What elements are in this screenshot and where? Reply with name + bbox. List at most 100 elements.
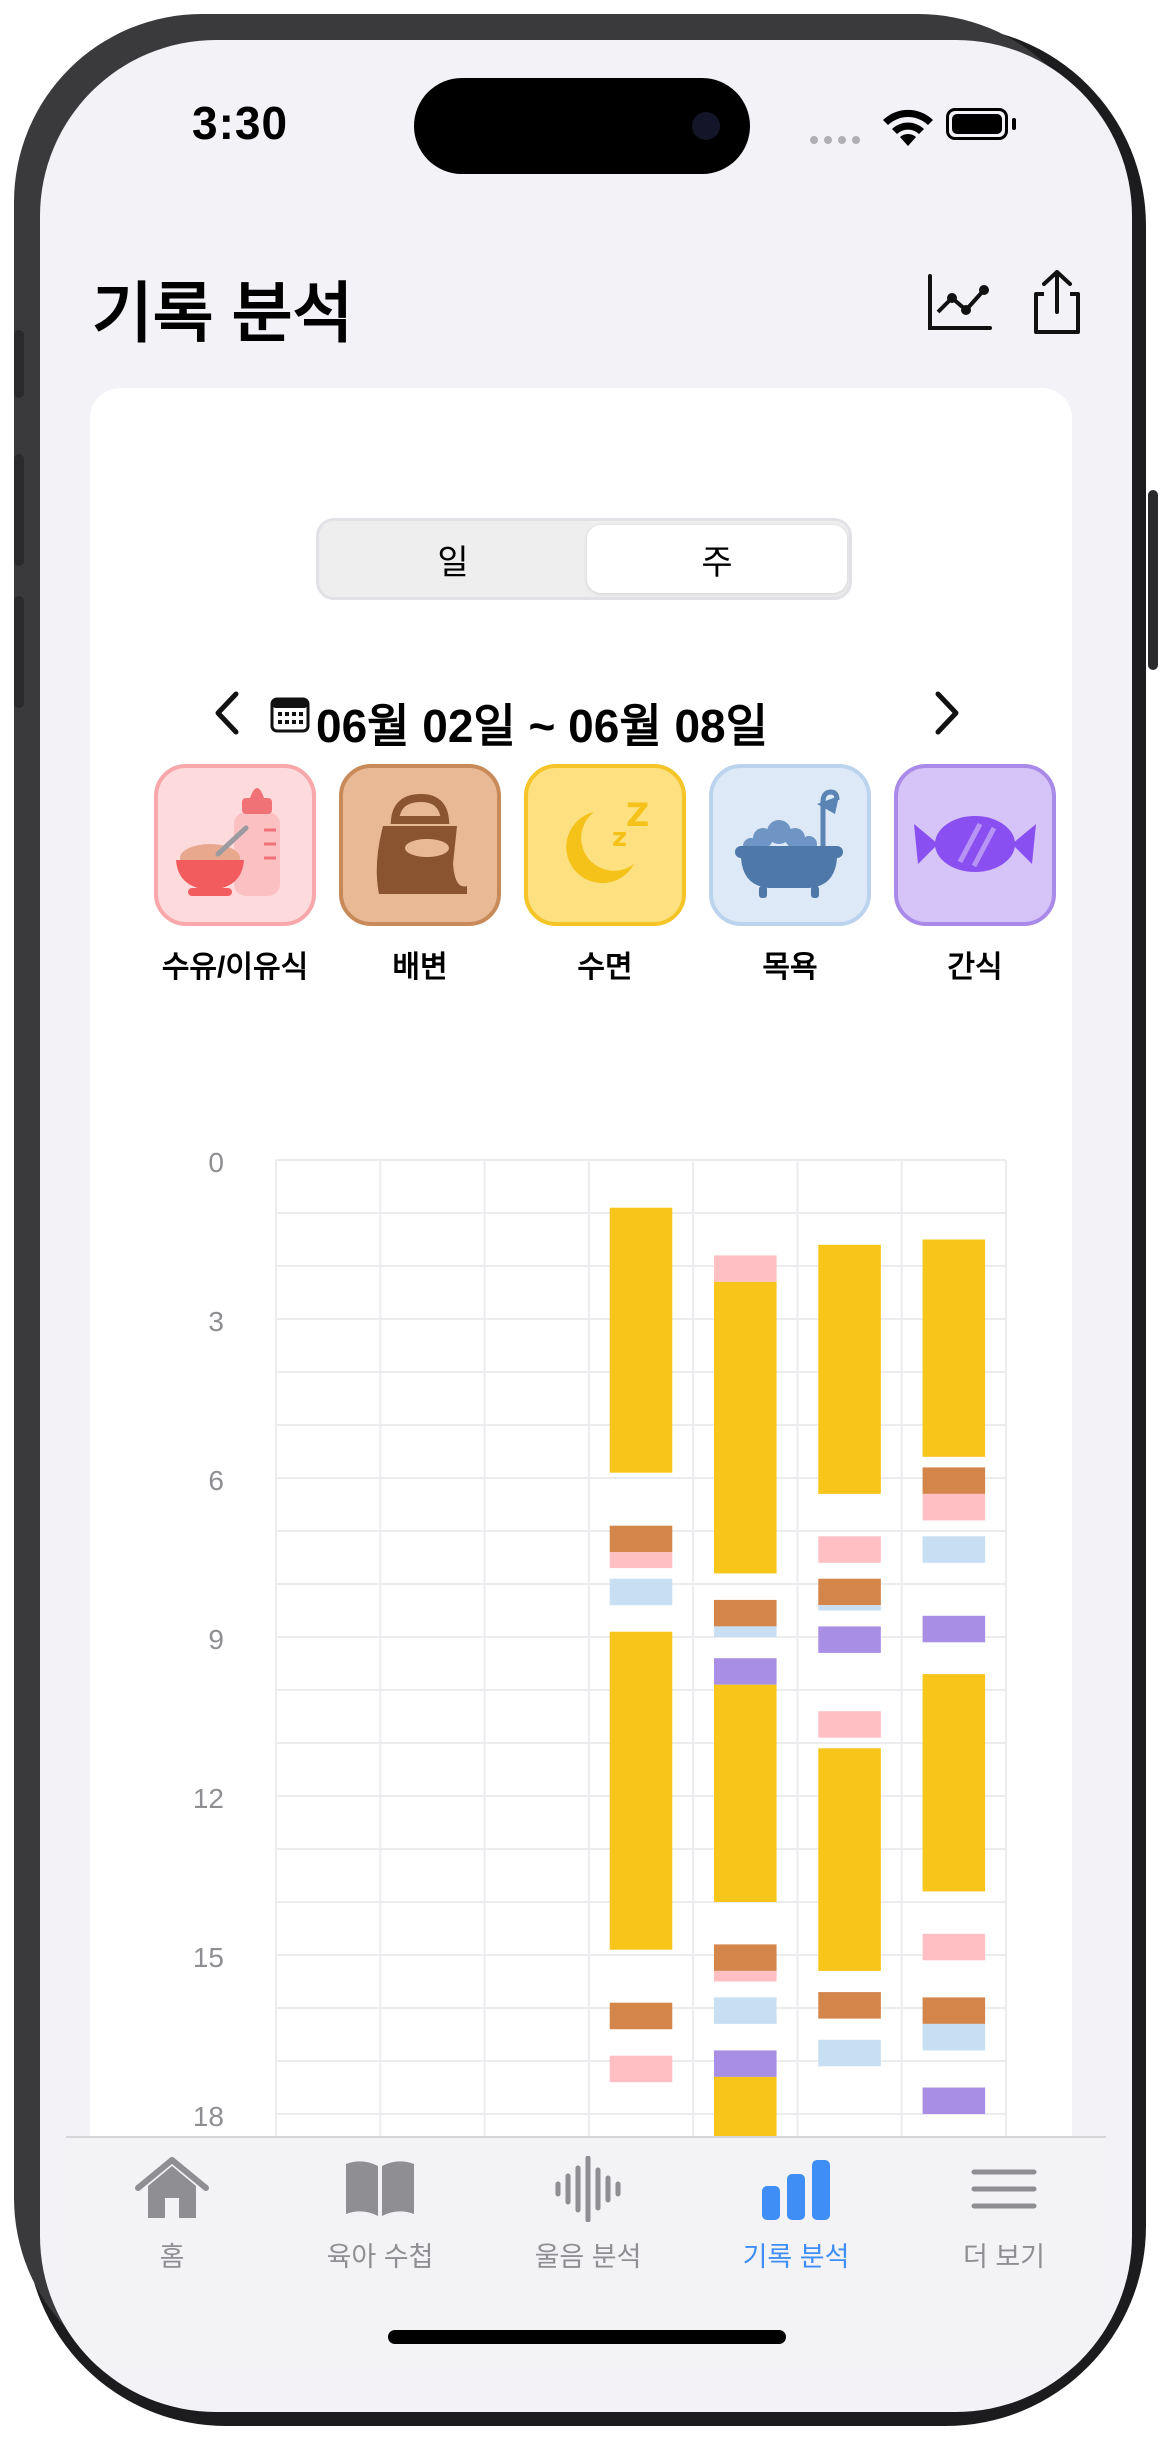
line-chart-icon[interactable]: [924, 268, 994, 338]
category-diaper-label: 배변: [392, 951, 448, 984]
dynamic-island: [414, 78, 750, 174]
category-snack[interactable]: 간식: [894, 764, 1056, 986]
bar-feeding: [714, 1255, 777, 1282]
bar-bath: [714, 1997, 777, 2024]
date-range[interactable]: 06월 02일 ~ 06월 08일: [316, 690, 768, 756]
bar-snack: [818, 1626, 881, 1653]
category-sleep-box: z Z: [524, 764, 686, 926]
bar-snack: [922, 2087, 986, 2114]
y-tick-label: 12: [193, 1783, 224, 1814]
bar-sleep: [714, 1281, 777, 1574]
power-button: [1148, 490, 1158, 670]
screen-content: 3:30 기록 분석 일 주 06월 02일 ~ 06월 08일 수유/이유식 …: [66, 40, 1106, 2412]
bar-diaper: [922, 1467, 986, 1494]
tab-more-label: 더 보기: [962, 2242, 1046, 2272]
baby-bottle-bowl-icon: [176, 788, 280, 896]
prev-week-button[interactable]: [212, 688, 242, 751]
bar-sleep: [922, 1674, 986, 1892]
bar-feeding: [609, 1552, 673, 1569]
category-bath-box: [709, 764, 871, 926]
tab-home[interactable]: 홈: [72, 2156, 272, 2274]
bar-bath: [609, 1578, 673, 1606]
bar-diaper: [818, 1578, 881, 1606]
tab-home-label: 홈: [159, 2242, 185, 2272]
category-bath-label: 목욕: [762, 951, 818, 984]
category-bath[interactable]: 목욕: [709, 764, 871, 986]
y-tick-label: 6: [208, 1465, 224, 1496]
screen: 3:30 기록 분석 일 주 06월 02일 ~ 06월 08일 수유/이유식 …: [40, 40, 1132, 2412]
battery-icon: [946, 108, 1008, 140]
tab-parenting-notebook[interactable]: 육아 수첩: [280, 2156, 480, 2274]
moon-zzz-icon: z Z: [566, 796, 649, 884]
date-navigator: 06월 02일 ~ 06월 08일: [66, 680, 1106, 752]
category-feeding-box: [154, 764, 316, 926]
bar-sleep: [922, 1239, 986, 1457]
tab-cry-analysis[interactable]: 울음 분석: [488, 2155, 688, 2274]
bar-sleep: [609, 1207, 673, 1473]
bar-sleep: [818, 1748, 881, 1971]
volume-up-button: [14, 454, 24, 566]
y-tick-label: 0: [208, 1147, 224, 1178]
bar-bath: [922, 1536, 986, 1563]
bar-sleep: [714, 1684, 777, 1902]
bar-diaper: [922, 1997, 986, 2024]
bar-diaper: [714, 1944, 777, 1971]
bar-snack: [714, 1658, 777, 1685]
y-tick-label: 9: [208, 1624, 224, 1655]
battery-tip: [1012, 118, 1016, 130]
category-diaper-box: [339, 764, 501, 926]
bar-bath: [818, 1605, 881, 1611]
category-diaper[interactable]: 배변: [339, 764, 501, 986]
y-tick-label: 18: [193, 2101, 224, 2132]
bar-feeding: [922, 1933, 986, 1961]
bar-bath: [818, 2039, 881, 2067]
category-snack-label: 간식: [947, 951, 1003, 984]
svg-text:z: z: [612, 823, 627, 853]
home-indicator[interactable]: [388, 2330, 786, 2344]
waveform-icon: [555, 2155, 621, 2223]
y-tick-label: 15: [193, 1942, 224, 1973]
category-feeding-label: 수유/이유식: [161, 951, 309, 984]
cellular-icon: [810, 136, 860, 144]
tab-more[interactable]: 더 보기: [904, 2156, 1104, 2274]
svg-text:Z: Z: [626, 796, 649, 834]
bar-sleep: [818, 1244, 881, 1494]
book-icon: [346, 2161, 414, 2216]
bar-diaper: [714, 1599, 777, 1627]
action-button: [14, 330, 24, 398]
category-snack-box: [894, 764, 1056, 926]
bar-feeding: [818, 1711, 881, 1738]
bar-diaper: [818, 1992, 881, 2019]
bar-snack: [714, 2050, 777, 2077]
bar-feeding: [922, 1493, 986, 1521]
chevron-left-icon: [215, 691, 239, 735]
next-week-button[interactable]: [932, 688, 962, 751]
bar-bath: [714, 1626, 777, 1637]
page-title: 기록 분석: [92, 276, 354, 350]
tab-record-analysis-label: 기록 분석: [742, 2242, 850, 2272]
bar-bath: [922, 2023, 986, 2051]
tab-cry-analysis-label: 울음 분석: [534, 2242, 642, 2272]
chevron-right-icon: [935, 691, 959, 735]
segment-day[interactable]: 일: [323, 525, 583, 593]
wifi-icon: [883, 109, 933, 146]
bar-feeding: [818, 1536, 881, 1563]
bar-diaper: [609, 2002, 673, 2030]
weekly-record-chart: 0 3 6 9 12 15 18: [193, 1147, 1007, 2190]
calendar-icon[interactable]: [270, 694, 310, 734]
house-icon: [135, 2157, 209, 2218]
category-sleep[interactable]: z Z 수면: [524, 764, 686, 986]
bathtub-icon: [735, 789, 843, 898]
potty-icon: [376, 793, 467, 894]
period-segmented-control: 일 주: [316, 518, 852, 600]
share-icon[interactable]: [1022, 268, 1092, 338]
camera-icon: [692, 112, 720, 140]
category-feeding[interactable]: 수유/이유식: [154, 764, 316, 986]
bar-diaper: [609, 1525, 673, 1553]
menu-icon: [971, 2169, 1037, 2209]
bar-snack: [922, 1615, 986, 1643]
volume-down-button: [14, 596, 24, 708]
segment-week[interactable]: 주: [587, 525, 847, 593]
tab-record-analysis[interactable]: 기록 분석: [696, 2156, 896, 2274]
candy-icon: [914, 816, 1036, 872]
